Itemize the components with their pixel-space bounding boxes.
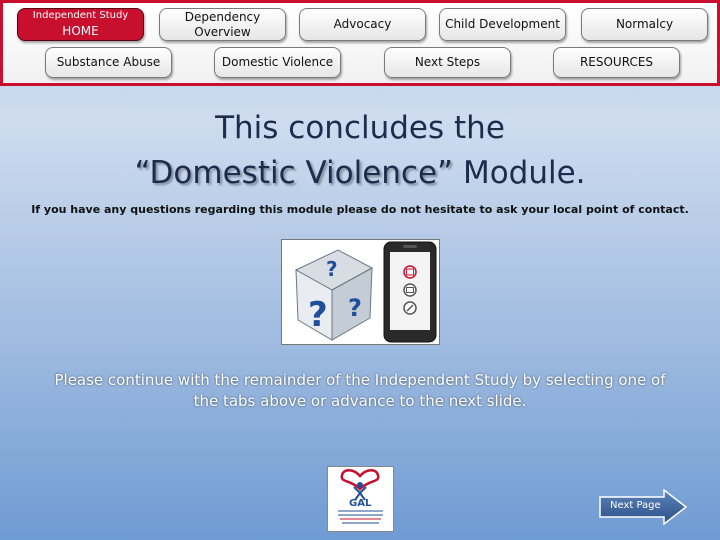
headline-module-name: “Domestic Violence”: [134, 155, 454, 191]
gal-logo-text: GAL: [349, 498, 372, 509]
contact-note: If you have any questions regarding this…: [31, 203, 689, 216]
next-page-button[interactable]: Next Page: [598, 488, 688, 526]
question-cube-phone-graphic: ? ? ?: [281, 239, 440, 345]
tab-advocacy[interactable]: Advocacy: [299, 8, 426, 41]
svg-text:?: ?: [326, 257, 338, 281]
tab-home-line1: Independent Study: [32, 10, 129, 22]
tab-substance-abuse[interactable]: Substance Abuse: [45, 47, 172, 78]
svg-text:?: ?: [348, 294, 362, 322]
continue-instructions: Please continue with the remainder of th…: [54, 371, 666, 410]
svg-text:?: ?: [308, 295, 328, 335]
tab-domestic-violence[interactable]: Domestic Violence: [214, 47, 341, 78]
tab-independent-study-home[interactable]: Independent Study HOME: [17, 8, 144, 41]
tab-normalcy[interactable]: Normalcy: [581, 8, 708, 41]
top-navigation: Independent Study HOME Dependency Overvi…: [0, 0, 720, 86]
tab-home-line2: HOME: [62, 24, 99, 39]
tab-next-steps[interactable]: Next Steps: [384, 47, 511, 78]
gal-logo: GAL: [327, 466, 394, 532]
tab-child-development[interactable]: Child Development: [439, 8, 566, 41]
headline-module-suffix: Module.: [453, 155, 586, 191]
question-cube-icon: ? ? ?: [294, 241, 437, 343]
headline-line1: This concludes the: [215, 110, 505, 146]
headline-line2: “Domestic Violence” Module.: [40, 155, 680, 192]
tab-resources[interactable]: RESOURCES: [553, 47, 680, 78]
tab-dependency-overview[interactable]: Dependency Overview: [159, 8, 286, 41]
next-page-label: Next Page: [610, 500, 661, 511]
